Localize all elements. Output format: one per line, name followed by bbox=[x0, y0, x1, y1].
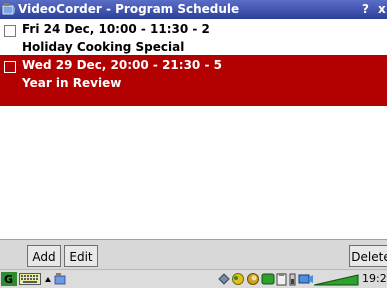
edit-button[interactable]: Edit bbox=[64, 245, 98, 267]
svg-text:G: G bbox=[4, 273, 13, 286]
record-checkbox[interactable] bbox=[4, 61, 16, 73]
title-bar: VideoCorder - Program Schedule ? x bbox=[0, 0, 387, 19]
record-checkbox[interactable] bbox=[4, 25, 16, 37]
globe-icon[interactable] bbox=[246, 272, 260, 286]
schedule-datetime: Wed 29 Dec, 20:00 - 21:30 - 5 bbox=[22, 58, 222, 72]
videocorder-taskbar-icon[interactable] bbox=[54, 272, 68, 286]
button-bar: Add Edit Delete bbox=[0, 239, 387, 270]
schedule-datetime: Fri 24 Dec, 10:00 - 11:30 - 2 bbox=[22, 22, 210, 36]
close-button[interactable]: x bbox=[378, 2, 386, 17]
program-schedule-list[interactable]: Fri 24 Dec, 10:00 - 11:30 - 2 Holiday Co… bbox=[0, 19, 387, 239]
input-method-arrow-icon[interactable] bbox=[44, 272, 52, 286]
program-name: Year in Review bbox=[22, 76, 122, 90]
schedule-item-selected[interactable]: Wed 29 Dec, 20:00 - 21:30 - 5 Year in Re… bbox=[0, 55, 387, 106]
clipboard-icon[interactable] bbox=[276, 272, 287, 286]
volume-icon[interactable] bbox=[314, 272, 360, 286]
help-button[interactable]: ? bbox=[362, 2, 369, 17]
apps-icon[interactable] bbox=[261, 272, 275, 286]
keyboard-icon[interactable] bbox=[19, 272, 41, 286]
clock[interactable]: 19:25 bbox=[362, 272, 387, 286]
battery-icon[interactable] bbox=[289, 272, 296, 286]
delete-button[interactable]: Delete bbox=[349, 245, 387, 267]
record-status-icon[interactable] bbox=[298, 272, 314, 286]
program-name: Holiday Cooking Special bbox=[22, 40, 185, 54]
taskbar: G 19:25 bbox=[0, 269, 387, 288]
network-icon[interactable] bbox=[231, 272, 245, 286]
videocorder-app-icon bbox=[2, 3, 15, 15]
window-title: VideoCorder - Program Schedule bbox=[18, 2, 240, 16]
diamond-icon[interactable] bbox=[218, 272, 230, 286]
add-button[interactable]: Add bbox=[27, 245, 61, 267]
start-menu-icon[interactable]: G bbox=[1, 272, 17, 286]
